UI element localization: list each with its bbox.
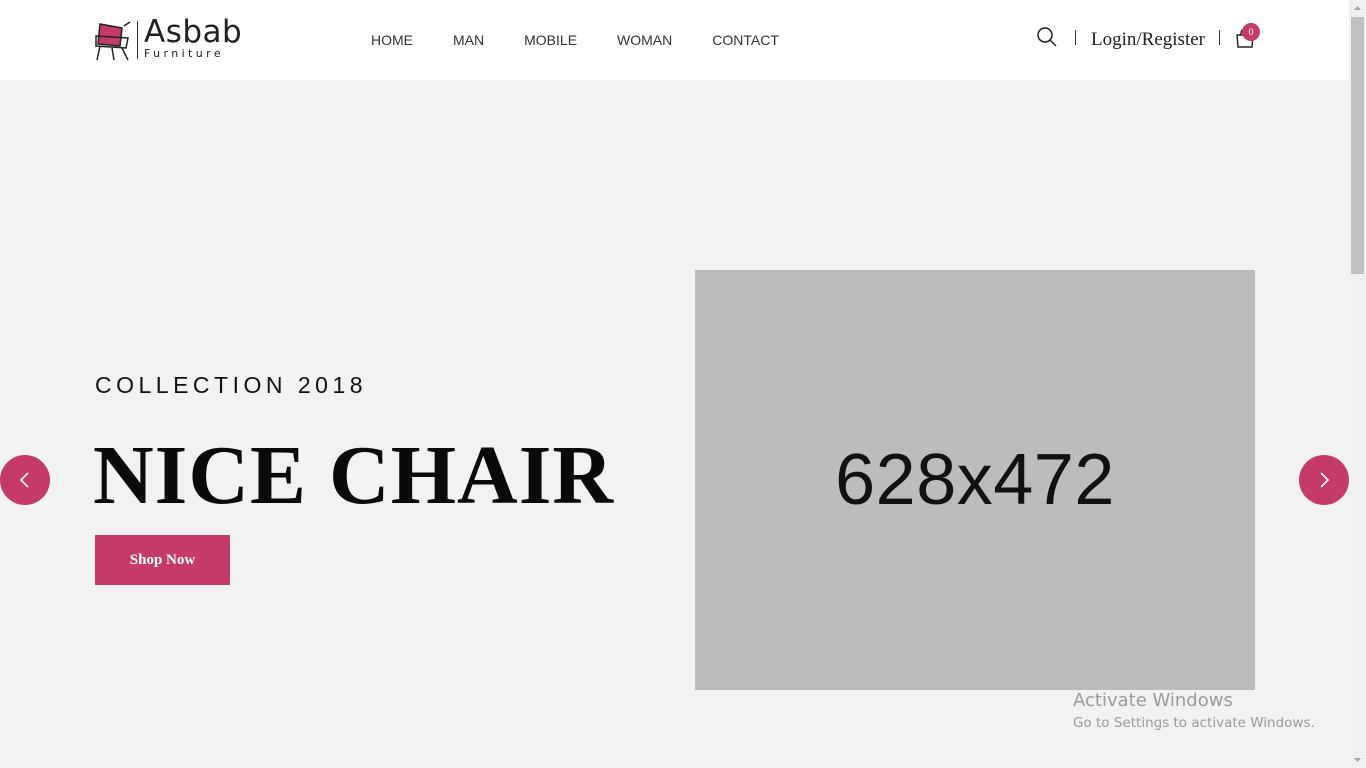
header-separator bbox=[1075, 30, 1076, 45]
slider-prev-button[interactable] bbox=[0, 455, 50, 505]
site-header: Asbab Furniture HOME MAN MOBILE WOMAN CO… bbox=[0, 0, 1349, 80]
activate-windows-subtitle: Go to Settings to activate Windows. bbox=[1073, 715, 1315, 731]
main-nav: HOME MAN MOBILE WOMAN CONTACT bbox=[371, 31, 819, 49]
shop-now-button[interactable]: Shop Now bbox=[95, 535, 230, 585]
chair-logo-icon bbox=[94, 18, 132, 62]
login-register-link[interactable]: Login/Register bbox=[1091, 29, 1205, 51]
scrollbar-thumb[interactable] bbox=[1351, 17, 1364, 274]
nav-item-woman[interactable]: WOMAN bbox=[617, 31, 672, 49]
brand-logo[interactable]: Asbab Furniture bbox=[94, 15, 254, 63]
nav-item-contact[interactable]: CONTACT bbox=[712, 31, 779, 49]
placeholder-dimensions: 628x472 bbox=[835, 440, 1115, 520]
logo-divider bbox=[137, 21, 138, 59]
nav-item-mobile[interactable]: MOBILE bbox=[524, 31, 577, 49]
hero-subtitle: COLLECTION 2018 bbox=[95, 372, 368, 398]
chevron-left-icon bbox=[19, 472, 29, 488]
hero-image-placeholder: 628x472 bbox=[695, 270, 1255, 690]
search-icon[interactable] bbox=[1036, 26, 1058, 48]
hero-title: NICE CHAIR bbox=[93, 429, 615, 522]
nav-item-man[interactable]: MAN bbox=[453, 31, 484, 49]
logo-text: Asbab Furniture bbox=[144, 15, 242, 60]
scroll-down-arrow-icon[interactable] bbox=[1349, 751, 1366, 768]
page-scrollbar[interactable] bbox=[1349, 0, 1366, 768]
scroll-up-arrow-icon[interactable] bbox=[1349, 0, 1366, 17]
slider-next-button[interactable] bbox=[1299, 455, 1349, 505]
cart-count-badge: 0 bbox=[1242, 23, 1260, 41]
activate-windows-title: Activate Windows bbox=[1073, 690, 1233, 711]
brand-name: Asbab bbox=[144, 14, 243, 50]
chevron-right-icon bbox=[1320, 472, 1330, 488]
header-separator bbox=[1219, 30, 1220, 45]
nav-item-home[interactable]: HOME bbox=[371, 31, 413, 49]
